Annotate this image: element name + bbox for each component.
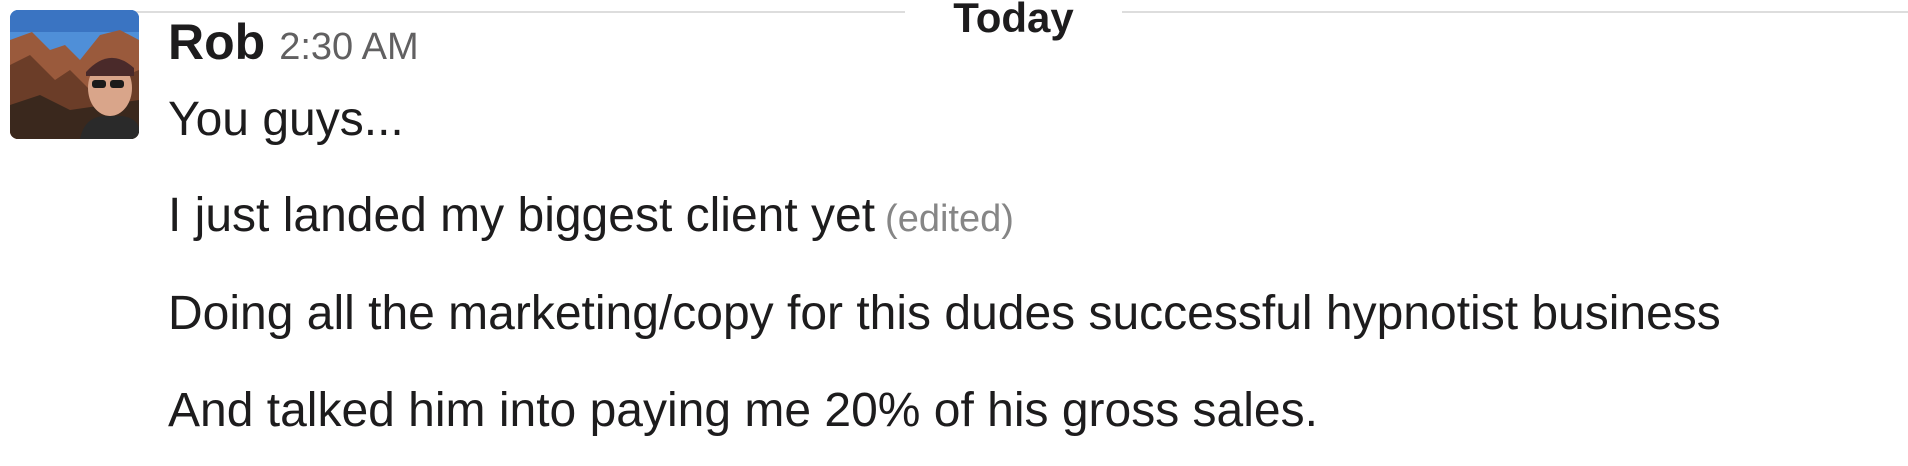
divider-line-left <box>115 11 905 13</box>
message-line-text: You guys... <box>168 93 404 146</box>
message-line: You guys... <box>168 92 404 148</box>
user-photo-avatar-icon <box>10 10 139 139</box>
message-line-text: And talked him into paying me 20% of his… <box>168 384 1318 437</box>
message-line: And talked him into paying me 20% of his… <box>168 383 1318 439</box>
avatar[interactable] <box>10 10 139 139</box>
message-timestamp[interactable]: 2:30 AM <box>279 26 418 68</box>
message-header: Rob 2:30 AM <box>168 14 419 70</box>
message-line: I just landed my biggest client yet (edit… <box>168 188 1014 247</box>
divider-line-right <box>1122 11 1908 13</box>
edited-label: (edited) <box>885 198 1014 240</box>
message-line-text: I just landed my biggest client yet <box>168 189 876 242</box>
day-divider-label[interactable]: Today <box>905 0 1122 40</box>
sender-name[interactable]: Rob <box>168 14 265 70</box>
message-line: Doing all the marketing/copy for this du… <box>168 286 1721 342</box>
message-line-text: Doing all the marketing/copy for this du… <box>168 287 1721 340</box>
